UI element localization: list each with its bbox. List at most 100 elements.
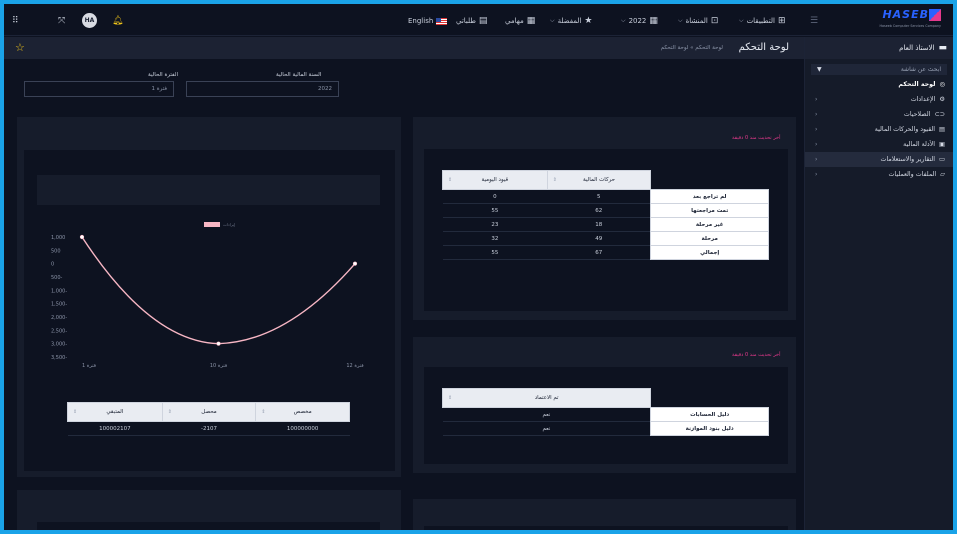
- fullscreen-icon[interactable]: ⤧: [58, 15, 65, 27]
- applications-menu[interactable]: ⊞ التطبيقات ⌵: [739, 15, 786, 27]
- apps-grid-icon[interactable]: ⠿: [12, 15, 19, 27]
- table-row: غير مرحلة 18 23: [442, 217, 769, 232]
- chart-header: [37, 175, 380, 205]
- column-header-label: مخصص: [293, 409, 312, 415]
- table-cell: 2107-: [162, 421, 256, 436]
- corner-cell: [650, 388, 769, 408]
- approval-table: تم الاعتماد ⇕ دليل الحسابات نعم دليل بنود…: [441, 388, 769, 436]
- chevron-left-icon: ‹: [815, 171, 818, 178]
- table-header-row: مخصص ⇕ محصل ⇕ المتبقي ⇕: [67, 402, 350, 422]
- table-cell: 49: [547, 231, 651, 246]
- fiscal-year-value: 2022: [318, 86, 332, 92]
- sort-icon[interactable]: ⇕: [448, 177, 452, 183]
- dashboard-icon: ◎: [939, 81, 946, 88]
- language-label: English: [408, 17, 434, 25]
- sidebar: الاستاذ العام ▬ ابحث عن شاشة ▼ ◎ لوحة الت…: [804, 37, 953, 530]
- sort-icon[interactable]: ⇕: [261, 409, 265, 415]
- data-point: [216, 341, 221, 346]
- table-cell: 18: [547, 217, 651, 232]
- chevron-left-icon: ‹: [815, 96, 818, 103]
- sidebar-item-dashboard[interactable]: ◎ لوحة التحكم: [805, 77, 953, 92]
- column-header-label: المتبقي: [106, 409, 124, 415]
- key-icon: ⊂⊃: [934, 111, 945, 118]
- sidebar-item-permissions[interactable]: ⊂⊃ الصلاحيات ‹: [805, 107, 953, 122]
- top-bar: ⠿ ⤧ HA 🔔︎ English ▤ طلباتي ▦ مهامي ★ الم…: [4, 4, 953, 36]
- sidebar-item-label: الملفات والعمليات: [888, 171, 937, 178]
- period-label: الفترة الحالية: [148, 72, 179, 78]
- data-point: [352, 261, 358, 266]
- y-tick-label: 1,000: [51, 235, 65, 241]
- gear-icon: ⚙: [939, 96, 945, 103]
- table-cell: نعم: [442, 407, 651, 422]
- chevron-left-icon: ‹: [815, 141, 818, 148]
- column-header[interactable]: مخصص ⇕: [255, 402, 350, 422]
- bell-icon[interactable]: 🔔︎: [112, 15, 123, 27]
- bottom-right-card-body: [424, 526, 788, 530]
- chevron-left-icon: ‹: [815, 156, 818, 163]
- facility-menu[interactable]: ⊡ المنشاة ⌵: [678, 15, 718, 27]
- sidebar-item-financial-guides[interactable]: ▣ الأدلة المالية ‹: [805, 137, 953, 152]
- row-header: دليل بنود الموازنة: [650, 421, 769, 436]
- tasks-icon: ▦: [526, 16, 536, 26]
- favorite-star-icon[interactable]: ☆: [15, 41, 25, 54]
- sidebar-header[interactable]: الاستاذ العام ▬: [805, 37, 953, 59]
- series-line: [81, 236, 356, 345]
- y-tick-label: 1,000-: [51, 288, 67, 294]
- sidebar-item-journal-entries[interactable]: ▤ القيود والحركات المالية ‹: [805, 122, 953, 137]
- column-header[interactable]: تم الاعتماد ⇕: [441, 388, 652, 408]
- table-cell: 100000000: [255, 421, 350, 436]
- sort-icon[interactable]: ⇕: [73, 409, 77, 415]
- sidebar-item-files-operations[interactable]: ▱ الملفات والعمليات ‹: [805, 167, 953, 182]
- avatar-initials: HA: [84, 17, 95, 24]
- ledger-icon: ▤: [939, 126, 945, 133]
- chevron-left-icon: ‹: [815, 111, 818, 118]
- y-tick-label: 2,000-: [51, 315, 67, 321]
- screen-search-input[interactable]: ابحث عن شاشة ▼: [811, 64, 947, 75]
- table-row: 100000000 2107- 100002107: [67, 421, 350, 436]
- menu-toggle-icon[interactable]: ☰: [810, 15, 818, 27]
- us-flag-icon: [436, 17, 448, 25]
- logo-mark-icon: [929, 9, 941, 21]
- favorites-menu[interactable]: ★ المفضلة ⌵: [550, 15, 592, 27]
- period-field[interactable]: فترة 1: [24, 81, 174, 97]
- table-cell: نعم: [442, 421, 651, 436]
- y-tick-label: 3,000-: [51, 342, 67, 348]
- column-header[interactable]: محصل ⇕: [161, 402, 257, 422]
- sidebar-item-settings[interactable]: ⚙ الإعدادات ‹: [805, 92, 953, 107]
- sidebar-item-label: لوحة التحكم: [898, 81, 936, 88]
- language-switch[interactable]: English: [408, 15, 448, 27]
- sidebar-item-reports[interactable]: ▭ التقارير والاستعلامات ‹: [805, 152, 953, 167]
- chevron-left-icon: ‹: [815, 126, 818, 133]
- tasks-menu[interactable]: ▦ مهامي: [505, 15, 535, 27]
- search-placeholder: ابحث عن شاشة: [900, 66, 941, 73]
- column-header[interactable]: قيود اليومية ⇕: [442, 170, 548, 190]
- favorites-label: المفضلة: [557, 17, 582, 25]
- app-window: ⠿ ⤧ HA 🔔︎ English ▤ طلباتي ▦ مهامي ★ الم…: [4, 4, 953, 530]
- chevron-down-icon: ⌵: [678, 17, 683, 24]
- revenue-line-chart: إيرادات 1,000 500 0 500- 1,000- 1,500- 2,000- 2,…: [51, 222, 364, 369]
- year-menu[interactable]: ▦ 2022 ⌵: [621, 15, 658, 27]
- sort-icon[interactable]: ⇕: [168, 409, 172, 415]
- x-tick-label: فترة 1: [82, 363, 97, 369]
- column-header[interactable]: حركات المالية ⇕: [546, 170, 652, 190]
- table-cell: 55: [442, 203, 548, 218]
- avatar[interactable]: HA: [82, 13, 97, 28]
- budget-table: مخصص ⇕ محصل ⇕ المتبقي ⇕ 100000000 2107- 100…: [67, 402, 350, 436]
- tree-icon: ▣: [939, 141, 945, 148]
- sort-icon[interactable]: ⇕: [448, 395, 452, 401]
- table-cell: 5: [547, 189, 651, 204]
- fiscal-year-field[interactable]: 2022: [186, 81, 339, 97]
- breadcrumb[interactable]: لوحة التحكم » لوحة التحكم: [661, 45, 723, 51]
- building-icon: ⊡: [710, 16, 719, 26]
- sort-icon[interactable]: ⇕: [553, 177, 557, 183]
- table-cell: 55: [442, 245, 548, 260]
- table-cell: 32: [442, 231, 548, 246]
- company-logo: HASEB Haseeb Computer Services Company: [877, 7, 943, 33]
- table-row: لم تراجع بعد 5 0: [442, 189, 769, 204]
- column-header[interactable]: المتبقي ⇕: [67, 402, 163, 422]
- requests-label: طلباتي: [456, 17, 476, 25]
- requests-menu[interactable]: ▤ طلباتي: [456, 15, 487, 27]
- filter-icon[interactable]: ▼: [817, 66, 822, 73]
- table-row: تمت مراجعتها 62 55: [442, 203, 769, 218]
- tasks-label: مهامي: [505, 17, 524, 25]
